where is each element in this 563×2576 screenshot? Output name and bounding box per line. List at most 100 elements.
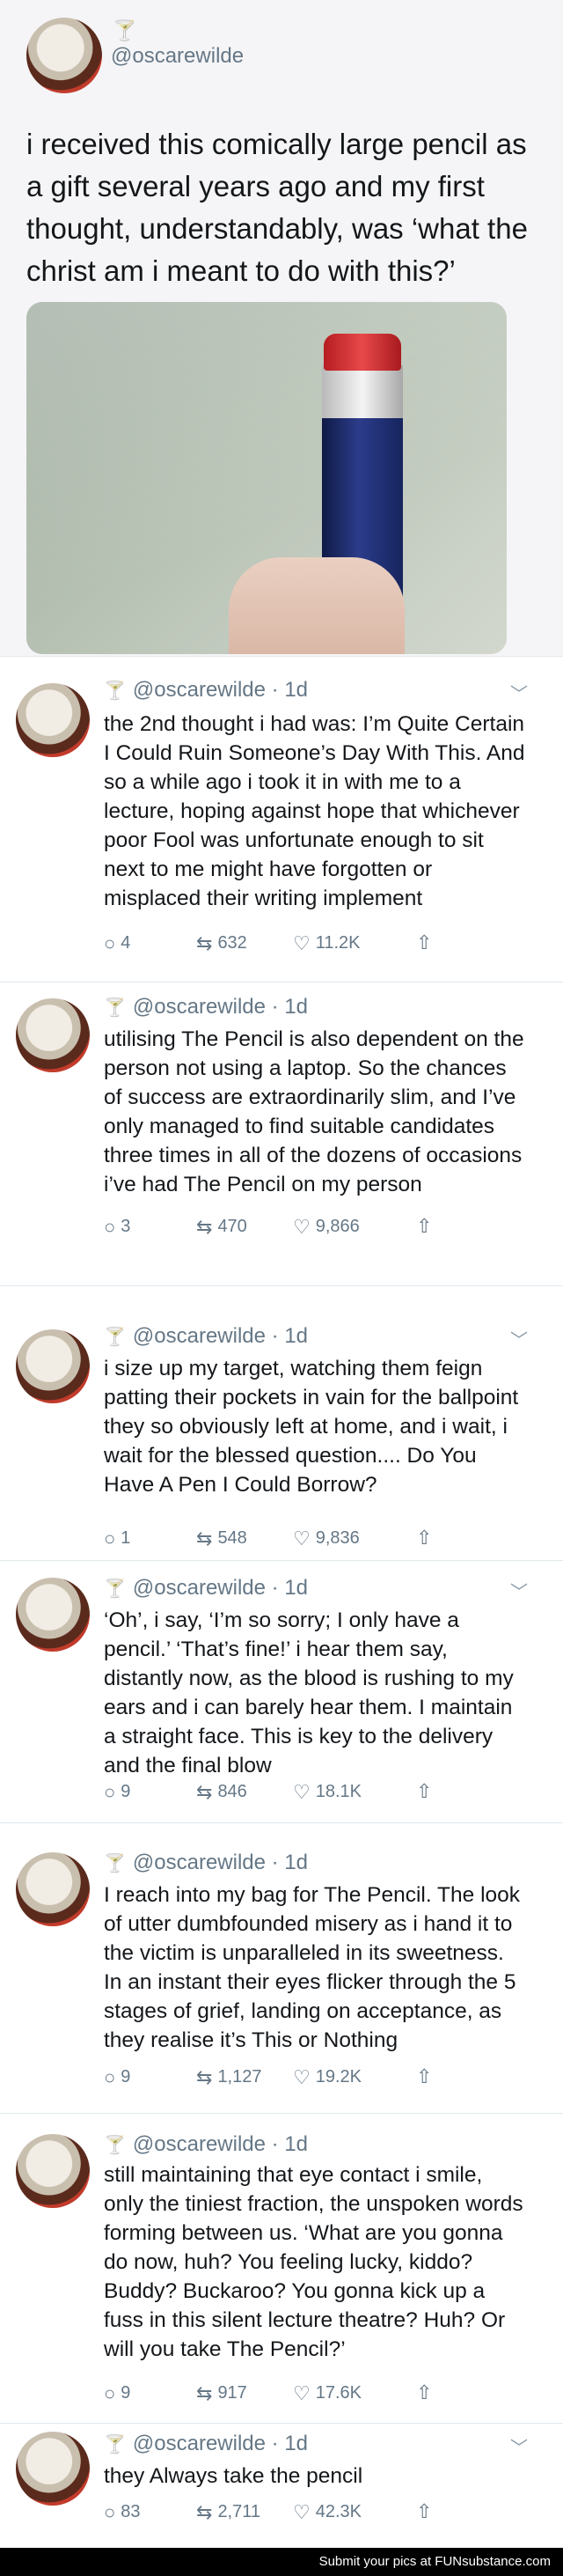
retweet-icon: ⇆ (196, 2381, 213, 2404)
handle[interactable]: @oscarewilde (133, 2132, 266, 2156)
avatar[interactable] (16, 2432, 90, 2506)
share-button[interactable]: ⇧ (416, 1528, 432, 1548)
chevron-down-icon[interactable]: ﹀ (510, 1326, 528, 1351)
share-icon: ⇧ (416, 2381, 433, 2403)
share-icon: ⇧ (416, 1215, 433, 1237)
retweet-icon: ⇆ (196, 1527, 213, 1549)
tweet-meta: 🍸 @oscarewilde · 1d (104, 678, 309, 702)
tweet-meta: 🍸 @oscarewilde · 1d (104, 1576, 309, 1600)
retweet-button[interactable]: ⇆ 632 (196, 933, 247, 953)
timestamp[interactable]: 1d (284, 678, 308, 702)
retweet-button[interactable]: ⇆ 917 (196, 2383, 247, 2403)
avatar[interactable] (16, 998, 90, 1072)
retweet-count: 2,711 (217, 2502, 261, 2521)
like-button[interactable]: ♡ 9,836 (293, 1528, 360, 1549)
chevron-down-icon[interactable]: ﹀ (510, 1578, 528, 1603)
reply-button[interactable]: ○ 9 (104, 2383, 130, 2403)
divider (0, 656, 563, 657)
timestamp[interactable]: 1d (284, 995, 308, 1019)
like-button[interactable]: ♡ 9,866 (293, 1217, 360, 1237)
share-button[interactable]: ⇧ (416, 933, 432, 953)
avatar[interactable] (16, 1578, 90, 1652)
reply-button[interactable]: ○ 9 (104, 1782, 130, 1802)
chevron-down-icon[interactable]: ﹀ (510, 680, 528, 705)
timestamp[interactable]: 1d (284, 1324, 308, 1348)
hand (229, 557, 405, 654)
like-count: 17.6K (315, 2383, 362, 2403)
timestamp[interactable]: 1d (284, 1576, 308, 1600)
reply-button[interactable]: ○ 3 (104, 1217, 130, 1237)
heart-icon: ♡ (293, 931, 311, 954)
retweet-count: 1,127 (217, 2067, 262, 2087)
reply-button[interactable]: ○ 4 (104, 933, 130, 953)
tweet-meta: 🍸 @oscarewilde · 1d (104, 995, 309, 1019)
tweet-meta: 🍸 @oscarewilde · 1d (104, 1851, 309, 1874)
timestamp[interactable]: 1d (284, 2432, 308, 2455)
reply-button[interactable]: ○ 1 (104, 1528, 130, 1549)
reply-count: 1 (121, 1528, 131, 1548)
reply-button[interactable]: ○ 9 (104, 2067, 130, 2087)
cocktail-icon: 🍸 (104, 1579, 126, 1599)
share-icon: ⇧ (416, 1527, 433, 1549)
reply-button[interactable]: ○ 83 (104, 2502, 141, 2522)
divider (0, 1285, 563, 1286)
retweet-count: 548 (217, 1528, 247, 1548)
handle[interactable]: @oscarewilde (133, 2432, 266, 2455)
retweet-button[interactable]: ⇆ 548 (196, 1528, 247, 1549)
retweet-button[interactable]: ⇆ 846 (196, 1782, 247, 1802)
heart-icon: ♡ (293, 1780, 311, 1803)
cocktail-icon: 🍸 (104, 1854, 126, 1873)
pencil-ferrule (322, 365, 403, 418)
heart-icon: ♡ (293, 1215, 311, 1238)
handle[interactable]: @oscarewilde (133, 1576, 266, 1600)
share-button[interactable]: ⇧ (416, 1782, 432, 1801)
share-icon: ⇧ (416, 2500, 433, 2522)
tweet-actions: ○ 1 ⇆ 548 ♡ 9,836 ⇧ (104, 1528, 482, 1557)
share-icon: ⇧ (416, 931, 433, 953)
divider (0, 982, 563, 983)
avatar[interactable] (16, 1852, 90, 1926)
like-button[interactable]: ♡ 19.2K (293, 2067, 362, 2087)
share-button[interactable]: ⇧ (416, 2502, 432, 2521)
retweet-count: 470 (217, 1217, 247, 1236)
tweet-text: I reach into my bag for The Pencil. The … (104, 1883, 521, 2052)
share-button[interactable]: ⇧ (416, 1217, 432, 1236)
like-button[interactable]: ♡ 42.3K (293, 2502, 362, 2522)
handle[interactable]: @oscarewilde (133, 1324, 266, 1348)
pencil-photo[interactable] (26, 302, 507, 654)
like-button[interactable]: ♡ 18.1K (293, 1782, 362, 1802)
tweet-text: they Always take the pencil (104, 2464, 363, 2488)
tweet-meta: 🍸 @oscarewilde · 1d (104, 1324, 309, 1348)
cocktail-icon: 🍸 (104, 2435, 126, 2455)
tweet-text: i size up my target, watching them feign… (104, 1357, 519, 1497)
share-button[interactable]: ⇧ (416, 2383, 432, 2403)
avatar[interactable] (26, 18, 102, 93)
share-button[interactable]: ⇧ (416, 2067, 432, 2087)
timestamp[interactable]: 1d (284, 1851, 308, 1874)
main-handle[interactable]: @oscarewilde (111, 44, 244, 69)
timestamp[interactable]: 1d (284, 2132, 308, 2156)
like-count: 9,836 (315, 1528, 360, 1548)
retweet-button[interactable]: ⇆ 470 (196, 1217, 247, 1237)
cocktail-icon: 🍸 (113, 19, 137, 41)
heart-icon: ♡ (293, 2065, 311, 2088)
avatar[interactable] (16, 2134, 90, 2208)
retweet-button[interactable]: ⇆ 1,127 (196, 2067, 262, 2087)
footer-text[interactable]: Submit your pics at FUNsubstance.com (319, 2554, 551, 2569)
handle[interactable]: @oscarewilde (133, 678, 266, 702)
retweet-button[interactable]: ⇆ 2,711 (196, 2502, 260, 2522)
tweet-meta: 🍸 @oscarewilde · 1d (104, 2432, 309, 2455)
handle[interactable]: @oscarewilde (133, 995, 266, 1019)
retweet-icon: ⇆ (196, 2500, 213, 2523)
tweet-actions: ○ 4 ⇆ 632 ♡ 11.2K ⇧ (104, 933, 482, 961)
chevron-down-icon[interactable]: ﹀ (510, 2433, 528, 2459)
divider (0, 1560, 563, 1561)
reply-count: 3 (121, 1217, 131, 1236)
like-count: 11.2K (315, 933, 361, 953)
like-button[interactable]: ♡ 17.6K (293, 2383, 362, 2403)
handle[interactable]: @oscarewilde (133, 1851, 266, 1874)
like-button[interactable]: ♡ 11.2K (293, 933, 361, 953)
reply-icon: ○ (104, 1780, 116, 1803)
avatar[interactable] (16, 1329, 90, 1403)
avatar[interactable] (16, 683, 90, 757)
